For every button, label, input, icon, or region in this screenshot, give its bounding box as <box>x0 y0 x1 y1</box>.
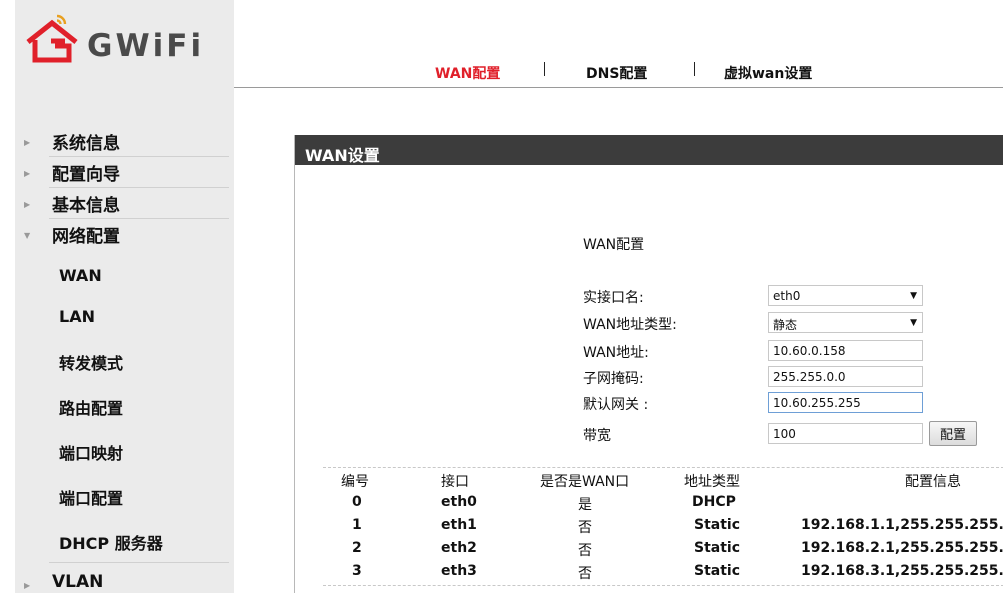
sidebar-item-vlan[interactable]: ▶ VLAN <box>15 569 234 593</box>
tab-dns-config[interactable]: DNS配置 <box>586 63 647 83</box>
netmask-input[interactable]: 255.255.0.0 <box>768 366 923 387</box>
tab-virtual-wan[interactable]: 虚拟wan设置 <box>724 63 812 83</box>
table-top-rule <box>323 467 1003 468</box>
chevron-down-icon: ▼ <box>910 318 917 328</box>
config-button[interactable]: 配置 <box>929 421 977 446</box>
arrow-right-icon: ▶ <box>24 581 31 590</box>
sidebar-item-system-info[interactable]: ▶ 系统信息 <box>15 126 234 157</box>
gateway-label: 默认网关 : <box>583 397 649 413</box>
wan-addr-input[interactable]: 10.60.0.158 <box>768 340 923 361</box>
table-cell: eth2 <box>441 540 477 556</box>
panel-title: WAN设置 <box>305 146 380 165</box>
sidebar-item-config-wizard[interactable]: ▶ 配置向导 <box>15 157 234 188</box>
wan-settings-panel: WAN设置 WAN配置 实接口名: eth0 ▼ WAN地址类型: 静态 ▼ W… <box>294 135 1003 593</box>
sidebar-item-label: 系统信息 <box>52 134 120 154</box>
table-header-addr-type: 地址类型 <box>684 474 740 490</box>
sidebar-item-label: 基本信息 <box>52 196 120 216</box>
tab-separator <box>694 62 695 76</box>
arrow-right-icon: ▶ <box>24 169 31 178</box>
interface-select[interactable]: eth0 ▼ <box>768 285 923 306</box>
bandwidth-input[interactable]: 100 <box>768 423 923 444</box>
table-cell: 否 <box>578 520 592 536</box>
house-wifi-icon <box>26 14 78 63</box>
gateway-input[interactable]: 10.60.255.255 <box>768 392 923 413</box>
addr-type-select[interactable]: 静态 ▼ <box>768 312 923 333</box>
sidebar-subitem-port-mapping[interactable]: 端口映射 <box>59 440 123 464</box>
table-cell: 否 <box>578 566 592 582</box>
gwifi-logo: GWiFi <box>25 12 205 64</box>
table-header-interface: 接口 <box>441 474 469 490</box>
sidebar-subitem-dhcp-server[interactable]: DHCP 服务器 <box>59 530 163 554</box>
sidebar-subitem-forward-mode[interactable]: 转发模式 <box>59 350 123 374</box>
sidebar-subitem-port-config[interactable]: 端口配置 <box>59 485 123 509</box>
table-cell: eth1 <box>441 517 477 533</box>
table-cell: 192.168.3.1,255.255.255.0,192. <box>801 563 1003 579</box>
interface-label: 实接口名: <box>583 290 644 306</box>
sidebar: GWiFi ▶ 系统信息 ▶ 配置向导 ▶ 基本信息 ▼ 网络配置 WAN LA… <box>15 0 234 593</box>
header-divider <box>234 87 1003 88</box>
table-header-number: 编号 <box>341 474 369 490</box>
table-cell: 是 <box>578 497 592 513</box>
brand-name: GWiFi <box>87 28 205 64</box>
sidebar-item-label: VLAN <box>52 572 104 592</box>
table-cell: 2 <box>352 540 362 556</box>
arrow-down-icon: ▼ <box>24 231 31 240</box>
sidebar-menu: ▶ 系统信息 ▶ 配置向导 ▶ 基本信息 ▼ 网络配置 <box>15 126 234 250</box>
chevron-down-icon: ▼ <box>910 291 917 301</box>
table-cell: 0 <box>352 494 362 510</box>
panel-title-bar: WAN设置 <box>295 135 1003 165</box>
table-cell: Static <box>694 540 741 556</box>
table-cell: 3 <box>352 563 362 579</box>
sidebar-subitem-wan[interactable]: WAN <box>59 266 102 285</box>
table-header-is-wan: 是否是WAN口 <box>540 474 630 490</box>
sidebar-subitem-lan[interactable]: LAN <box>59 307 95 326</box>
table-cell: 192.168.2.1,255.255.255.0,192. <box>801 540 1003 556</box>
table-cell: 192.168.1.1,255.255.255.0,192. <box>801 517 1003 533</box>
table-cell: eth3 <box>441 563 477 579</box>
table-cell: eth0 <box>441 494 477 510</box>
sidebar-item-label: 网络配置 <box>52 227 120 247</box>
form-heading: WAN配置 <box>583 237 645 253</box>
bandwidth-label: 带宽 <box>583 428 611 444</box>
table-cell: Static <box>694 517 741 533</box>
wan-addr-label: WAN地址: <box>583 345 649 361</box>
sidebar-item-network-config[interactable]: ▼ 网络配置 <box>15 219 234 250</box>
netmask-label: 子网掩码: <box>583 371 644 387</box>
addr-type-select-value: 静态 <box>773 318 798 332</box>
table-header-config-info: 配置信息 <box>905 474 961 490</box>
addr-type-label: WAN地址类型: <box>583 317 677 333</box>
table-cell: 否 <box>578 543 592 559</box>
arrow-right-icon: ▶ <box>24 200 31 209</box>
table-bottom-rule <box>323 585 1003 586</box>
sidebar-item-basic-info[interactable]: ▶ 基本信息 <box>15 188 234 219</box>
table-cell: DHCP <box>692 494 736 510</box>
sidebar-item-label: 配置向导 <box>52 165 120 185</box>
tab-separator <box>544 62 545 76</box>
divider <box>49 562 229 563</box>
table-cell: Static <box>694 563 741 579</box>
interface-select-value: eth0 <box>773 289 801 303</box>
tab-wan-config[interactable]: WAN配置 <box>435 63 500 83</box>
table-cell: 1 <box>352 517 362 533</box>
arrow-right-icon: ▶ <box>24 138 31 147</box>
sidebar-subitem-routing[interactable]: 路由配置 <box>59 395 123 419</box>
